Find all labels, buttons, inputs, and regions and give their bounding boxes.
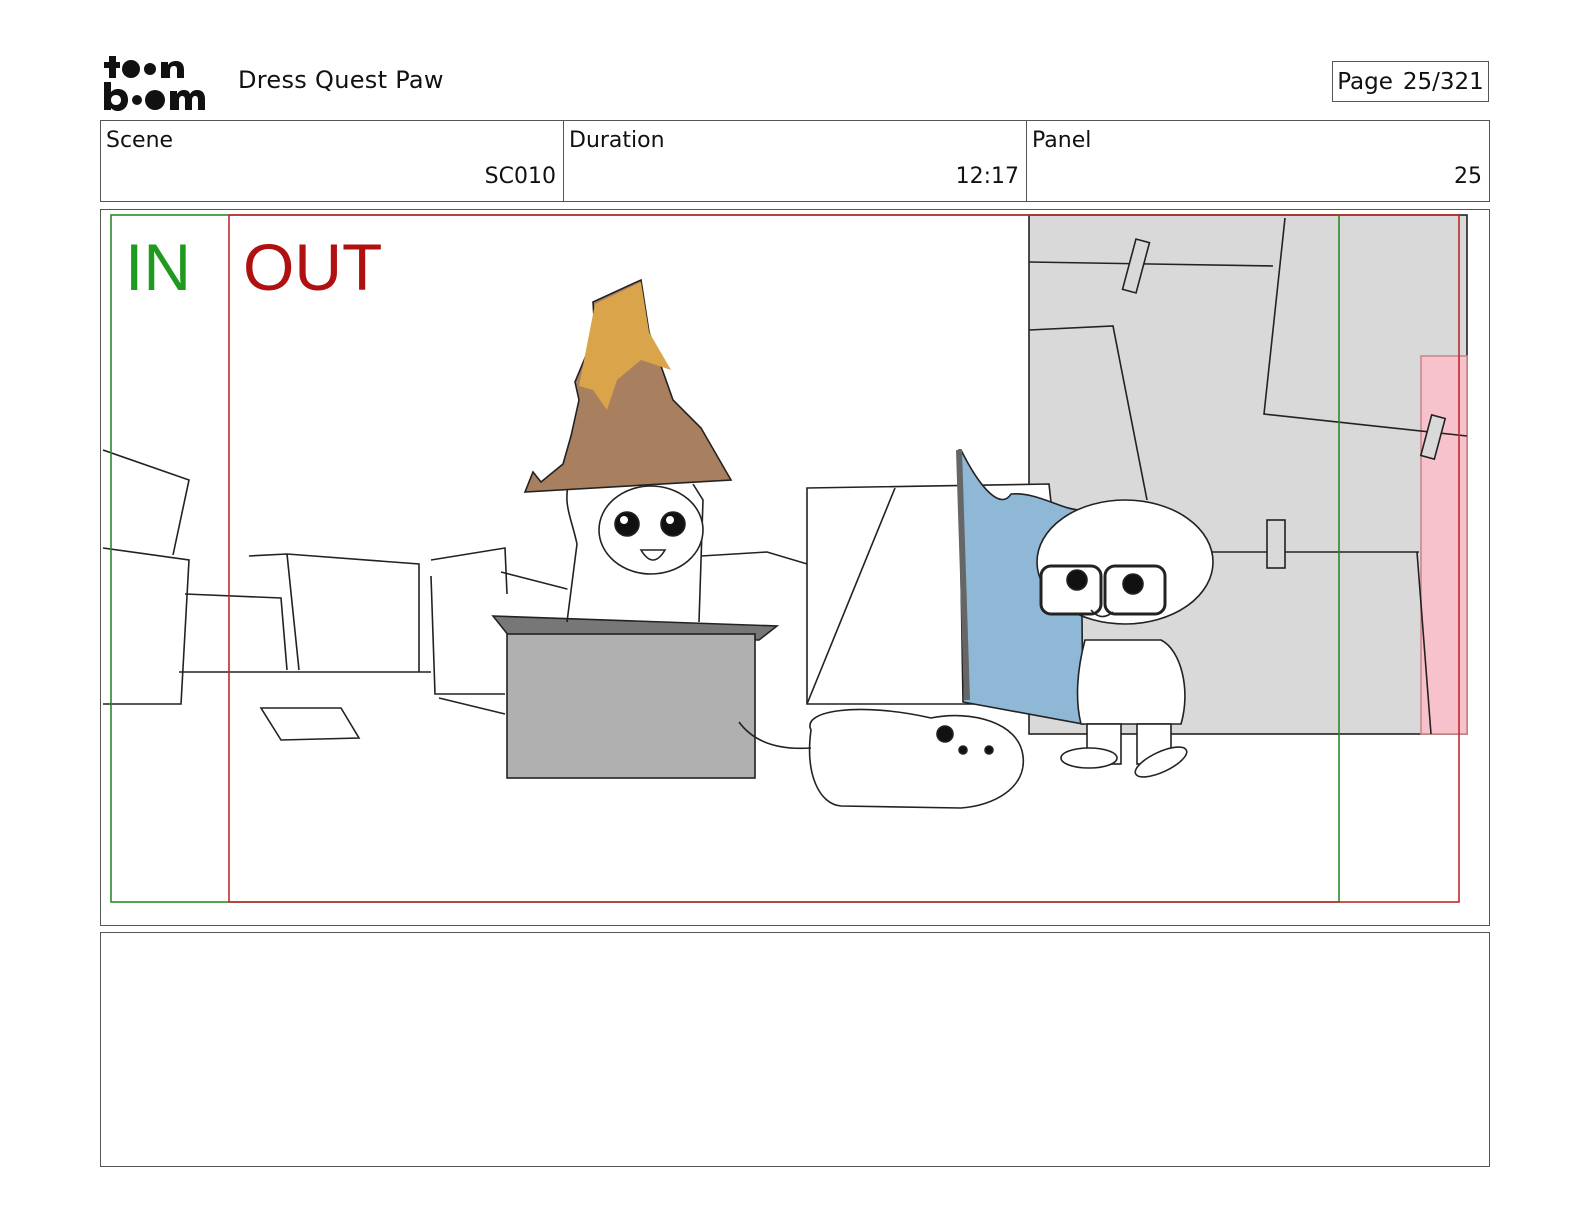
duration-value: 12:17: [955, 164, 1019, 189]
page-label: Page: [1337, 68, 1393, 95]
page-value: 25/321: [1402, 68, 1484, 95]
scene-info-row: Scene SC010 Duration 12:17 Panel 25: [100, 120, 1490, 202]
scene-label: Scene: [106, 128, 174, 153]
panel-label: Panel: [1032, 128, 1092, 153]
duration-cell: Duration 12:17: [564, 121, 1027, 201]
toonboom-logo: [103, 52, 215, 112]
storyboard-sketch: [102, 214, 1468, 903]
duration-label: Duration: [569, 128, 665, 153]
out-marker: OUT: [243, 230, 383, 304]
in-marker: IN: [125, 230, 191, 304]
project-title: Dress Quest Paw: [238, 66, 444, 94]
panel-value: 25: [1454, 164, 1482, 189]
page-indicator: Page 25/321: [1332, 61, 1489, 102]
panel-notes: [100, 932, 1490, 1167]
panel-cell: Panel 25: [1027, 121, 1489, 201]
scene-cell: Scene SC010: [101, 121, 564, 201]
storyboard-panel: IN OUT: [100, 209, 1490, 926]
scene-value: SC010: [484, 164, 556, 189]
